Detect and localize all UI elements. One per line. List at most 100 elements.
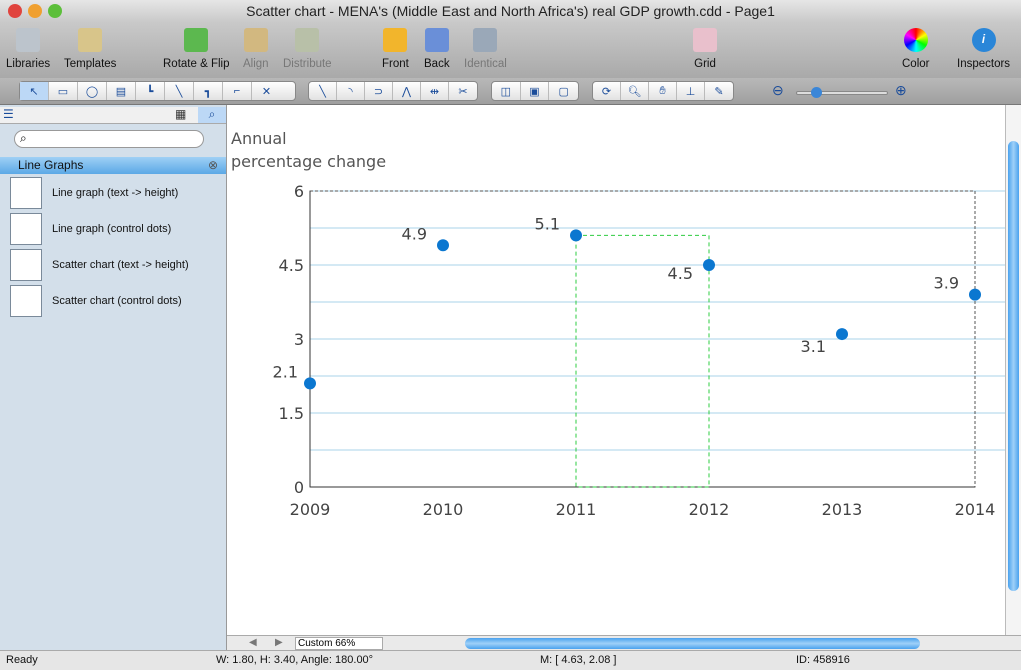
back-button[interactable]: Back bbox=[424, 28, 450, 70]
bottom-bar: ◀ ▶ Custom 66% bbox=[227, 635, 1021, 650]
status-text: Ready bbox=[6, 654, 38, 666]
zoom-button[interactable] bbox=[48, 4, 62, 18]
library-search-input[interactable]: ⌕ bbox=[14, 130, 204, 148]
data-label: 3.9 bbox=[934, 274, 959, 293]
x-tick-label: 2012 bbox=[689, 500, 730, 519]
union-icon[interactable]: ◫ bbox=[492, 82, 521, 100]
polyline-tool-icon[interactable]: ⋀ bbox=[393, 82, 421, 100]
x-tick-label: 2014 bbox=[955, 500, 996, 519]
data-label: 4.5 bbox=[668, 264, 693, 283]
stamp-icon[interactable]: ⊥ bbox=[677, 82, 705, 100]
data-label: 5.1 bbox=[535, 214, 560, 233]
zoom-slider[interactable] bbox=[796, 87, 888, 98]
front-icon bbox=[383, 28, 408, 52]
align-icon bbox=[243, 28, 268, 52]
main-toolbar: Libraries Templates Rotate & Flip Align … bbox=[0, 22, 1021, 78]
object-id: ID: 458916 bbox=[796, 654, 850, 666]
rotate-flip-icon bbox=[184, 28, 209, 52]
scatter-chart-thumbnail-icon bbox=[10, 285, 42, 317]
zoom-in-icon[interactable]: ⊕ bbox=[895, 82, 907, 99]
connector-tool-icon[interactable]: ┗ bbox=[136, 82, 165, 100]
ungroup-icon[interactable]: ▢ bbox=[549, 82, 578, 100]
scissors-icon[interactable]: ✂ bbox=[449, 82, 477, 100]
y-tick-label: 3 bbox=[294, 330, 304, 349]
front-button[interactable]: Front bbox=[382, 28, 409, 70]
data-point bbox=[437, 239, 449, 252]
line-connector-icon[interactable]: ╲ bbox=[165, 82, 194, 100]
x-tick-label: 2013 bbox=[822, 500, 863, 519]
scroll-left-icon[interactable]: ◀ bbox=[249, 637, 257, 648]
zoom-tool-icon[interactable]: 🔍︎ bbox=[621, 82, 649, 100]
x-tick-label: 2011 bbox=[556, 500, 597, 519]
info-icon: i bbox=[971, 28, 996, 52]
zoom-out-icon[interactable]: ⊖ bbox=[772, 82, 784, 99]
libraries-button[interactable]: Libraries bbox=[6, 28, 50, 70]
group-tools: ◫ ▣ ▢ bbox=[491, 81, 579, 101]
grid-icon bbox=[693, 28, 717, 52]
minimize-button[interactable] bbox=[28, 4, 42, 18]
eyedropper-icon[interactable]: ✎ bbox=[705, 82, 733, 100]
grid-button[interactable]: Grid bbox=[693, 28, 717, 70]
grid-view-icon[interactable]: ▦ bbox=[175, 107, 186, 121]
scatter-chart-thumbnail-icon bbox=[10, 249, 42, 281]
identical-button[interactable]: Identical bbox=[464, 28, 507, 70]
ellipse-tool-icon[interactable]: ◯ bbox=[78, 82, 107, 100]
rotate-flip-button[interactable]: Rotate & Flip bbox=[163, 28, 229, 70]
library-header[interactable]: Line Graphs ⊗ bbox=[0, 157, 226, 174]
data-point bbox=[836, 328, 848, 341]
data-point bbox=[969, 288, 981, 301]
delete-point-icon[interactable]: ✕ bbox=[252, 82, 281, 100]
y-axis-label: percentage change bbox=[231, 152, 386, 171]
group-icon[interactable]: ▣ bbox=[521, 82, 550, 100]
vertical-scroll-thumb[interactable] bbox=[1008, 141, 1019, 591]
hand-tool-icon[interactable]: ✋︎ bbox=[649, 82, 677, 100]
zoom-select[interactable]: Custom 66% bbox=[295, 637, 383, 650]
smart-connector-icon[interactable]: ┓ bbox=[194, 82, 223, 100]
window-title: Scatter chart - MENA's (Middle East and … bbox=[246, 3, 775, 19]
shape-tools: ↖ ▭ ◯ ▤ ┗ ╲ ┓ ⌐ ✕ bbox=[19, 81, 296, 101]
align-button[interactable]: Align bbox=[243, 28, 269, 70]
distribute-icon bbox=[295, 28, 320, 52]
split-tool-icon[interactable]: ⇹ bbox=[421, 82, 449, 100]
view-tools: ⟳ 🔍︎ ✋︎ ⊥ ✎ bbox=[592, 81, 734, 101]
data-point bbox=[703, 259, 715, 271]
close-button[interactable] bbox=[8, 4, 22, 18]
vertical-scrollbar[interactable] bbox=[1005, 105, 1021, 635]
library-item[interactable]: Line graph (text -> height) bbox=[10, 177, 178, 209]
mouse-position: M: [ 4.63, 2.08 ] bbox=[540, 654, 617, 666]
selection-dimensions: W: 1.80, H: 3.40, Angle: 180.00° bbox=[216, 654, 374, 666]
y-axis-label: Annual bbox=[231, 129, 287, 148]
refresh-icon[interactable]: ⟳ bbox=[593, 82, 621, 100]
library-item[interactable]: Scatter chart (control dots) bbox=[10, 285, 182, 317]
horizontal-scroll-thumb[interactable] bbox=[465, 638, 920, 649]
inspectors-button[interactable]: i Inspectors bbox=[957, 28, 1010, 70]
status-bar: Ready W: 1.80, H: 3.40, Angle: 180.00° M… bbox=[0, 650, 1021, 670]
close-library-icon[interactable]: ⊗ bbox=[208, 157, 218, 174]
scatter-chart: Annual percentage change 0 1.5 3 4.5 6 2009 2010… bbox=[231, 129, 1005, 519]
color-button[interactable]: Color bbox=[902, 28, 929, 70]
scroll-right-icon[interactable]: ▶ bbox=[275, 637, 283, 648]
drawing-canvas[interactable]: Annual percentage change 0 1.5 3 4.5 6 2009 2010… bbox=[227, 105, 1005, 635]
library-item[interactable]: Line graph (control dots) bbox=[10, 213, 171, 245]
arc-tool-icon[interactable]: ◝ bbox=[337, 82, 365, 100]
library-panel: ☰ ▦ ⌕ ⌕ Line Graphs ⊗ Line graph (text ->… bbox=[0, 105, 227, 650]
title-bar: Scatter chart - MENA's (Middle East and … bbox=[0, 0, 1021, 22]
y-tick-label: 0 bbox=[294, 478, 304, 497]
rectangle-tool-icon[interactable]: ▭ bbox=[49, 82, 78, 100]
line-graph-thumbnail-icon bbox=[10, 177, 42, 209]
search-tab-icon[interactable]: ⌕ bbox=[198, 107, 226, 123]
pointer-tool-icon[interactable]: ↖ bbox=[20, 82, 49, 100]
curve-tool-icon[interactable]: ⊃ bbox=[365, 82, 393, 100]
x-tick-label: 2009 bbox=[290, 500, 331, 519]
tree-view-icon[interactable]: ☰ bbox=[3, 107, 14, 121]
data-label: 3.1 bbox=[801, 337, 826, 356]
back-icon bbox=[424, 28, 449, 52]
distribute-button[interactable]: Distribute bbox=[283, 28, 332, 70]
x-tick-label: 2010 bbox=[423, 500, 464, 519]
y-tick-label: 1.5 bbox=[279, 404, 304, 423]
templates-button[interactable]: Templates bbox=[64, 28, 116, 70]
library-item[interactable]: Scatter chart (text -> height) bbox=[10, 249, 189, 281]
line-tool-icon[interactable]: ╲ bbox=[309, 82, 337, 100]
text-tool-icon[interactable]: ▤ bbox=[107, 82, 136, 100]
connector-icon[interactable]: ⌐ bbox=[223, 82, 252, 100]
